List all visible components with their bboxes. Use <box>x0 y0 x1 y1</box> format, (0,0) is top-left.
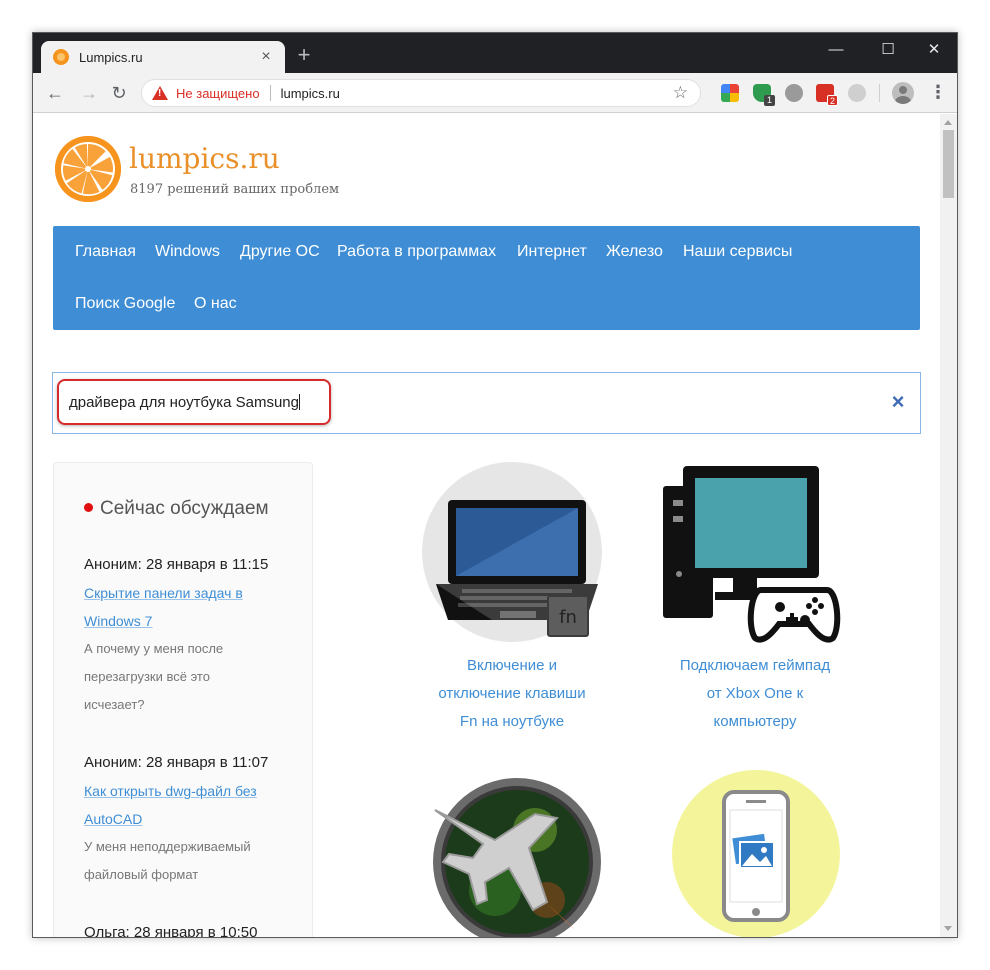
nav-item-windows[interactable]: Windows <box>155 243 220 261</box>
article-title-line: компьютеру <box>713 713 797 730</box>
fn-key-label: fn <box>559 607 577 628</box>
browser-toolbar: ← → ↻ ! Не защищено lumpics.ru ☆ 1 2 ⋮ <box>33 73 957 113</box>
close-window-button[interactable]: ✕ <box>919 39 949 61</box>
mail-extension-badge: 2 <box>827 95 838 106</box>
article-title[interactable]: Подключаем геймпад от Xbox One к компьют… <box>660 652 850 736</box>
shield-extension-icon[interactable]: 1 <box>753 84 775 106</box>
article-title[interactable]: Включение и отключение клавиши Fn на ноу… <box>417 652 607 736</box>
back-arrow-icon[interactable]: ← <box>43 81 67 105</box>
shield-extension-badge: 1 <box>764 95 775 106</box>
comment-link[interactable]: AutoCAD <box>84 805 294 833</box>
nav-item-other-os[interactable]: Другие ОС <box>240 243 320 261</box>
reload-icon[interactable]: ↻ <box>107 81 131 105</box>
comment-author: Аноним: 28 января в 11:07 <box>84 754 269 771</box>
comment-text: исчезает? <box>84 697 145 712</box>
globe-extension-icon[interactable] <box>785 84 803 102</box>
comment-author: Аноним: 28 января в 11:15 <box>84 556 269 573</box>
url-separator <box>269 85 271 101</box>
search-query-text[interactable]: драйвера для ноутбука Samsung <box>69 394 300 411</box>
phone-gallery-icon <box>672 770 840 937</box>
nav-item-about[interactable]: О нас <box>194 295 237 313</box>
site-tagline: 8197 решений ваших проблем <box>130 182 340 197</box>
browser-window: Lumpics.ru × + — ☐ ✕ ← → ↻ ! Не защищено… <box>32 32 958 938</box>
scrollbar-thumb[interactable] <box>943 130 954 198</box>
text-caret <box>298 394 300 410</box>
nav-item-services[interactable]: Наши сервисы <box>683 243 792 261</box>
comment-link[interactable]: Скрытие панели задач в <box>84 579 294 607</box>
clear-search-icon[interactable]: × <box>888 390 908 414</box>
site-name[interactable]: lumpics.ru <box>129 142 280 175</box>
site-logo[interactable] <box>55 136 121 202</box>
article-card[interactable] <box>660 770 850 937</box>
page-scrollbar[interactable] <box>940 114 957 937</box>
profile-avatar-icon[interactable] <box>892 82 914 104</box>
scroll-down-arrow-icon[interactable] <box>944 926 952 931</box>
browser-tab[interactable]: Lumpics.ru × <box>41 41 285 73</box>
orange-favicon-icon <box>53 49 69 65</box>
nav-item-google-search[interactable]: Поиск Google <box>75 295 175 313</box>
nav-item-home[interactable]: Главная <box>75 243 136 261</box>
comment-item: Аноним: 28 января в 11:15 Скрытие панели… <box>84 551 294 719</box>
comment-text: А почему у меня после <box>84 641 224 656</box>
warning-triangle-icon: ! <box>152 86 168 100</box>
live-dot-icon <box>84 503 93 512</box>
article-card[interactable] <box>417 770 607 937</box>
toolbar-divider <box>879 84 880 102</box>
comment-item: Ольга: 28 января в 10:50 <box>84 919 294 937</box>
cloud-extension-icon[interactable] <box>848 84 866 102</box>
nav-item-internet[interactable]: Интернет <box>517 243 587 261</box>
forward-arrow-icon[interactable]: → <box>77 81 101 105</box>
main-navigation: Главная Windows Другие ОС Работа в прогр… <box>53 226 920 330</box>
comment-link[interactable]: Windows 7 <box>84 607 294 635</box>
search-input[interactable]: драйвера для ноутбука Samsung × <box>52 372 921 434</box>
address-bar[interactable]: ! Не защищено lumpics.ru ☆ <box>141 79 701 107</box>
comment-link[interactable]: Как открыть dwg-файл без <box>84 777 294 805</box>
search-query-value: драйвера для ноутбука Samsung <box>69 394 299 411</box>
tab-title: Lumpics.ru <box>79 49 143 65</box>
kebab-menu-icon[interactable]: ⋮ <box>929 82 947 104</box>
discussion-sidebar: Сейчас обсуждаем Аноним: 28 января в 11:… <box>53 462 313 937</box>
mail-extension-icon[interactable]: 2 <box>816 84 838 106</box>
comment-text: У меня неподдерживаемый <box>84 839 251 854</box>
nav-item-hardware[interactable]: Железо <box>606 243 663 261</box>
maximize-button[interactable]: ☐ <box>873 39 903 61</box>
article-card[interactable]: fn Включение и отключение клавиши Fn на … <box>417 462 607 752</box>
page-viewport: lumpics.ru 8197 решений ваших проблем Гл… <box>33 114 957 937</box>
orange-slice-icon <box>55 136 121 202</box>
comment-text: файловый формат <box>84 867 199 882</box>
bookmark-star-icon[interactable]: ☆ <box>673 83 688 103</box>
comment-item: Аноним: 28 января в 11:07 Как открыть dw… <box>84 749 294 889</box>
nav-item-programs[interactable]: Работа в программах <box>337 243 496 261</box>
sidebar-title-text: Сейчас обсуждаем <box>100 498 269 519</box>
laptop-fn-icon: fn <box>422 462 602 642</box>
article-title-line: Fn на ноутбуке <box>459 713 565 730</box>
tab-close-icon[interactable]: × <box>257 48 275 66</box>
scroll-up-arrow-icon[interactable] <box>944 120 952 125</box>
minimize-button[interactable]: — <box>821 39 851 61</box>
jet-app-icon <box>433 778 601 937</box>
article-title-line: от Xbox One к <box>706 685 804 702</box>
security-status[interactable]: Не защищено <box>176 86 260 101</box>
extension-colorful-icon[interactable] <box>721 84 739 102</box>
comment-author: Ольга: 28 января в 10:50 <box>84 924 258 937</box>
comment-text: перезагрузки всё это <box>84 669 210 684</box>
article-title-line: отключение клавиши <box>438 685 586 702</box>
title-bar: Lumpics.ru × + — ☐ ✕ <box>33 33 957 73</box>
sidebar-title: Сейчас обсуждаем <box>84 498 269 520</box>
article-title-line: Подключаем геймпад <box>679 657 831 674</box>
new-tab-button[interactable]: + <box>293 44 315 67</box>
url-text[interactable]: lumpics.ru <box>281 86 673 101</box>
pc-gamepad-icon <box>663 466 841 643</box>
article-card[interactable]: Подключаем геймпад от Xbox One к компьют… <box>660 462 850 752</box>
article-title-line: Включение и <box>466 657 558 674</box>
